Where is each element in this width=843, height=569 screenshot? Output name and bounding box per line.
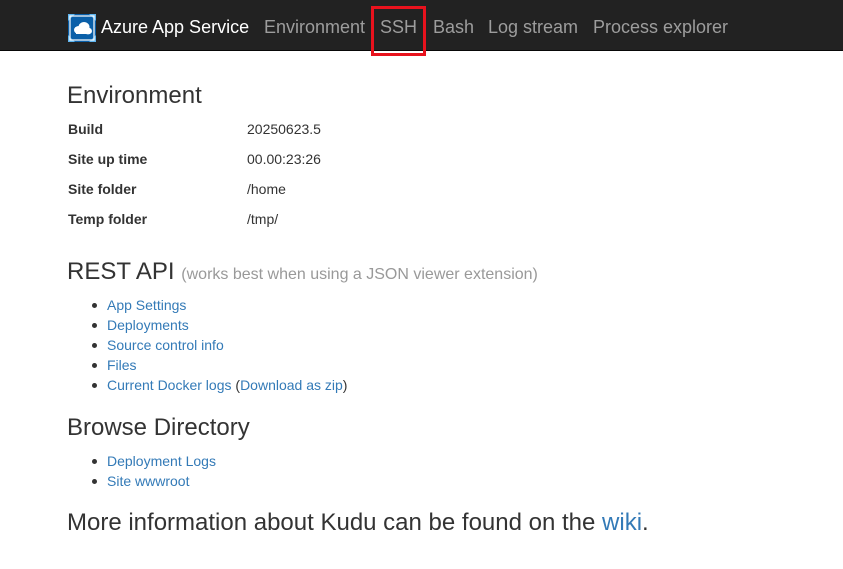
wiki-link[interactable]: wiki <box>602 509 642 536</box>
site-up-time-value: 00.00:23:26 <box>247 151 321 167</box>
more-info-sentence: More information about Kudu can be found… <box>67 509 603 536</box>
list-item: Current Docker logs (Download as zip) <box>91 375 348 395</box>
nav-environment[interactable]: Environment <box>264 16 365 38</box>
list-item: Deployments <box>91 315 347 335</box>
list-item: Deployment Logs <box>92 451 216 471</box>
temp-folder-value: /tmp/ <box>247 211 279 227</box>
top-navbar: Azure App Service Environment SSH Bash L… <box>0 0 843 56</box>
list-item: Site wwwroot <box>92 471 216 491</box>
app-settings-link[interactable]: App Settings <box>107 297 186 313</box>
site-folder-label: Site folder <box>68 181 137 197</box>
browse-directory-heading: Browse Directory <box>67 414 250 441</box>
azure-app-service-icon <box>68 14 96 42</box>
temp-folder-label: Temp folder <box>68 211 148 227</box>
files-link[interactable]: Files <box>107 357 137 373</box>
browse-directory-link-list: Deployment Logs Site wwwroot <box>92 451 216 491</box>
build-label: Build <box>68 121 103 137</box>
more-info-period: . <box>642 509 649 536</box>
docker-paren-close: ) <box>342 377 348 393</box>
nav-bash[interactable]: Bash <box>433 16 474 38</box>
source-control-info-link[interactable]: Source control info <box>107 337 224 353</box>
list-item: Source control info <box>91 335 347 355</box>
brand-title[interactable]: Azure App Service <box>101 16 249 38</box>
current-docker-logs-link[interactable]: Current Docker logs <box>107 377 232 393</box>
rest-api-link-list: App Settings Deployments Source control … <box>91 295 348 395</box>
nav-log-stream[interactable]: Log stream <box>488 16 578 38</box>
environment-heading: Environment <box>67 82 202 109</box>
rest-api-subheading: (works best when using a JSON viewer ext… <box>181 266 538 283</box>
brand-logo-wrapper[interactable] <box>67 12 97 44</box>
rest-api-heading: REST API (works best when using a JSON v… <box>67 258 538 289</box>
nav-process-explorer[interactable]: Process explorer <box>593 16 728 38</box>
deployment-logs-link[interactable]: Deployment Logs <box>107 453 216 469</box>
download-as-zip-link[interactable]: Download as zip <box>240 377 343 393</box>
rest-api-title: REST API <box>67 258 175 285</box>
nav-ssh[interactable]: SSH <box>380 16 417 38</box>
site-up-time-label: Site up time <box>68 151 148 167</box>
more-info-text: More information about Kudu can be found… <box>67 509 649 537</box>
site-wwwroot-link[interactable]: Site wwwroot <box>107 473 189 489</box>
list-item: Files <box>91 355 347 375</box>
deployments-link[interactable]: Deployments <box>107 317 189 333</box>
list-item: App Settings <box>91 295 347 315</box>
build-value: 20250623.5 <box>247 121 321 137</box>
site-folder-value: /home <box>247 181 286 197</box>
